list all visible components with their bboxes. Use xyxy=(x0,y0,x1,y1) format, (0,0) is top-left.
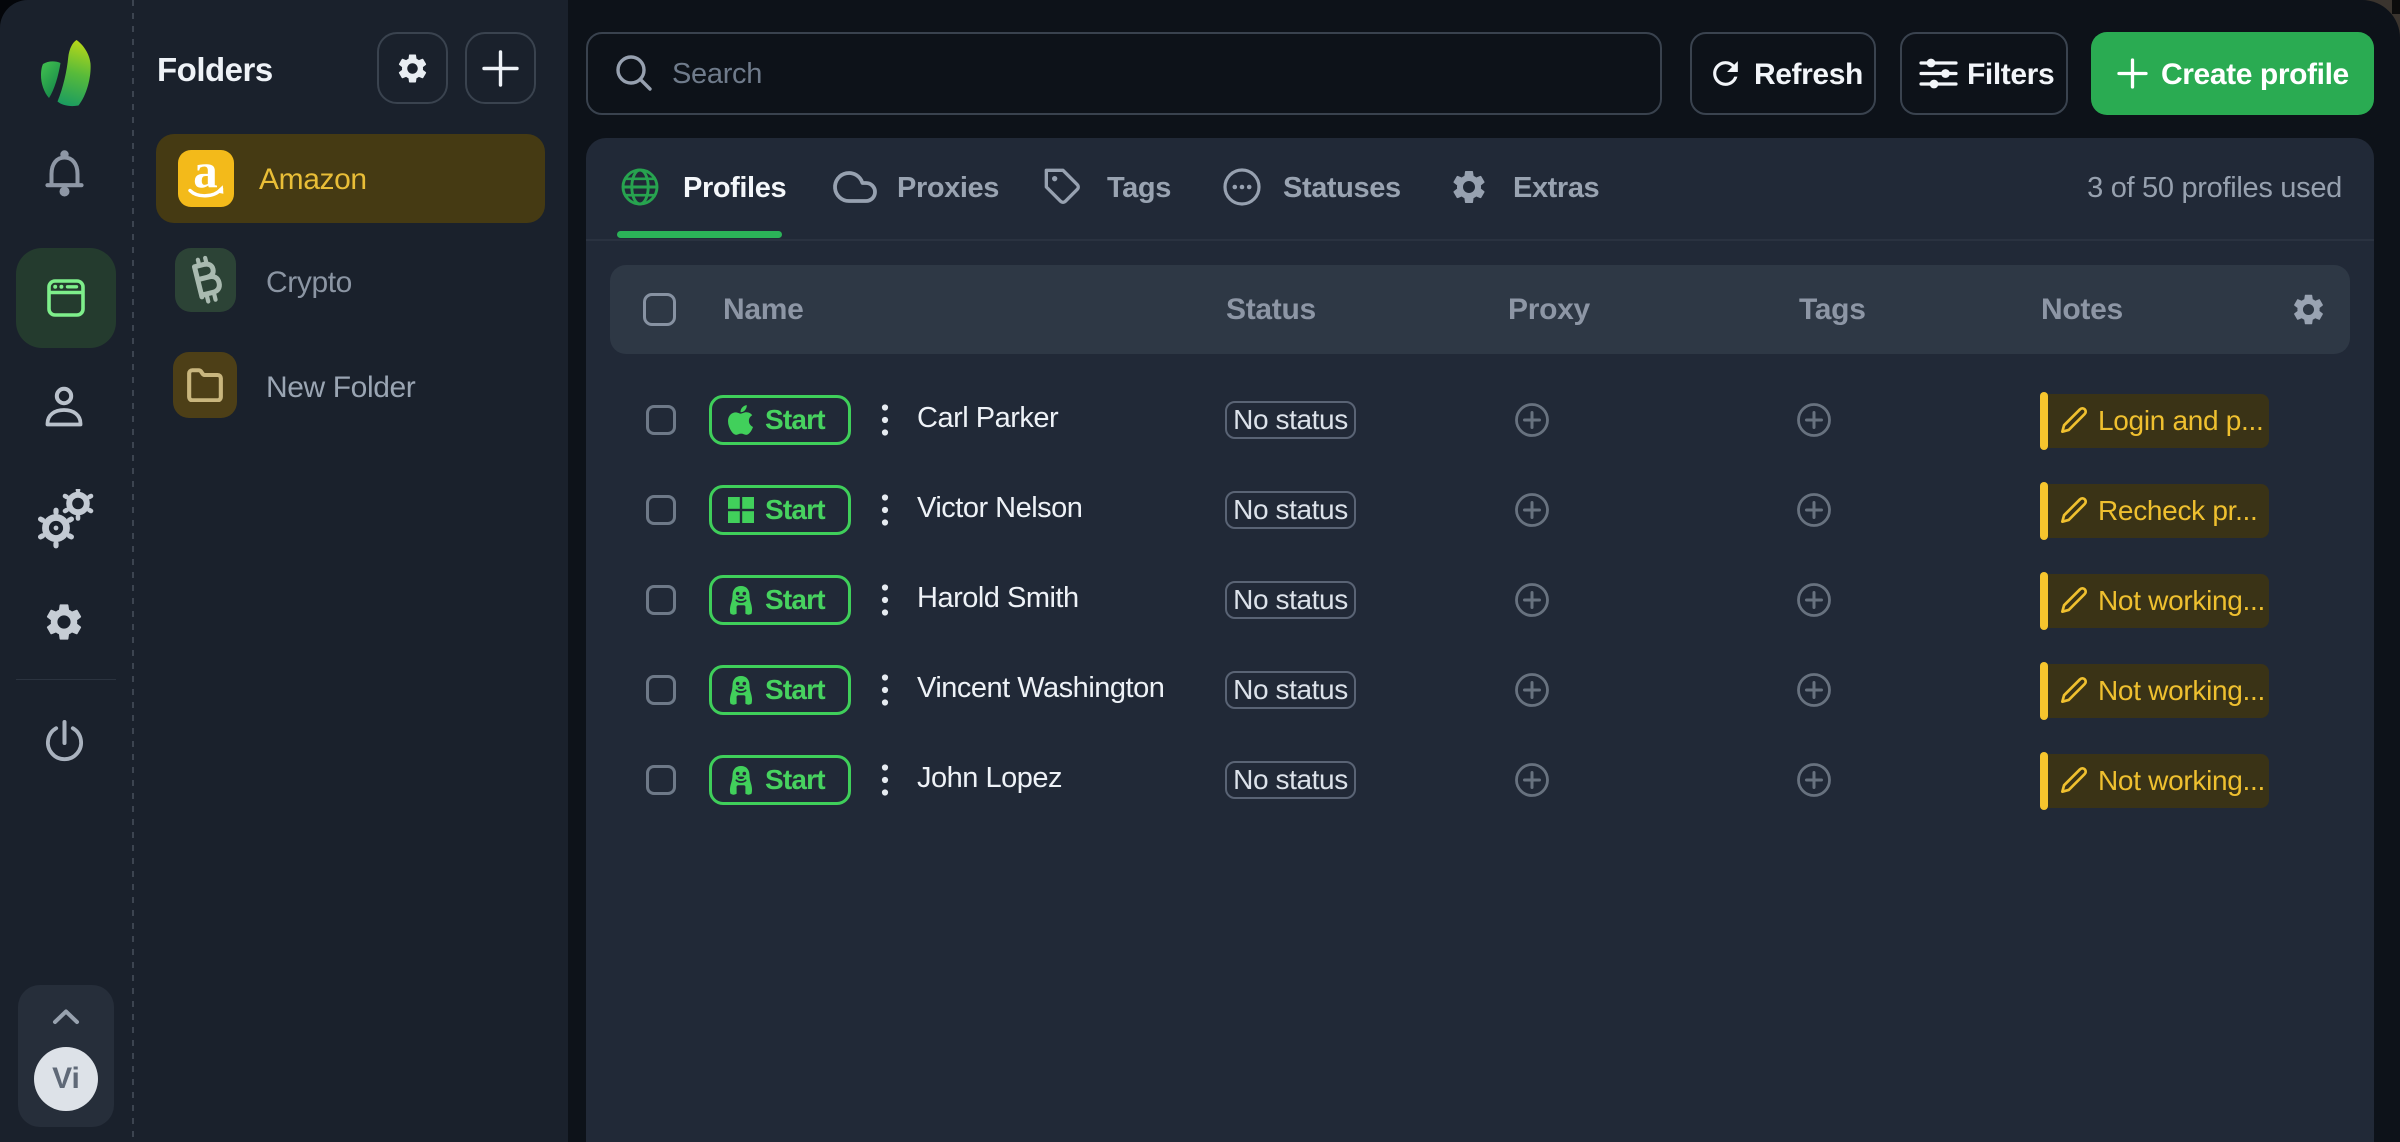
svg-text:a: a xyxy=(193,150,218,198)
